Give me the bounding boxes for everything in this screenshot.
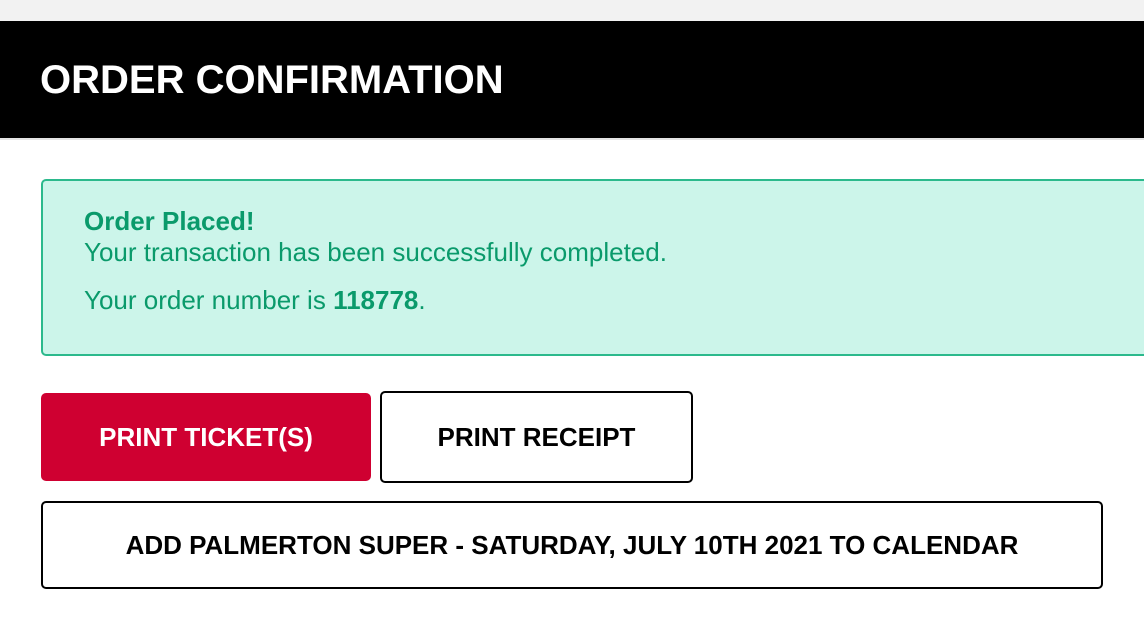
print-receipt-button[interactable]: PRINT RECEIPT	[380, 391, 693, 483]
print-tickets-button[interactable]: PRINT TICKET(S)	[41, 393, 371, 481]
order-number: 118778	[333, 285, 419, 315]
page-header: ORDER CONFIRMATION	[0, 21, 1144, 138]
top-strip	[0, 0, 1144, 21]
order-number-suffix: .	[418, 285, 426, 315]
page-title: ORDER CONFIRMATION	[40, 58, 504, 102]
alert-message: Your transaction has been successfully c…	[84, 237, 667, 267]
header-divider	[0, 138, 1144, 140]
add-to-calendar-button[interactable]: ADD PALMERTON SUPER - SATURDAY, JULY 10T…	[41, 501, 1103, 589]
alert-heading: Order Placed!	[84, 206, 255, 236]
order-number-line: Your order number is 118778.	[84, 285, 426, 315]
order-number-prefix: Your order number is	[84, 285, 334, 315]
success-alert: Order Placed! Your transaction has been …	[41, 179, 1144, 356]
